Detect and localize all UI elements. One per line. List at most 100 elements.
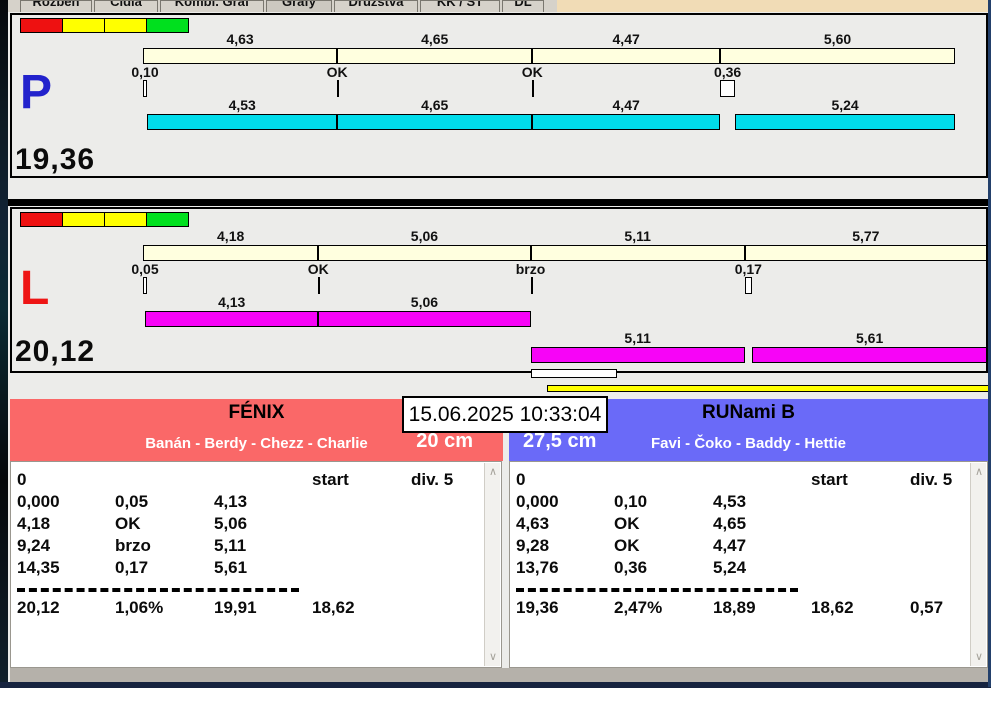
total-bar-segment [337,48,533,64]
changeover-box-marker [720,80,736,97]
changeover-label: OK [521,64,543,80]
table-cell: 14,35 [17,558,60,577]
leg-time-label: 5,60 [823,31,852,47]
app-window: Rozbeh Čidla Kombi. Graf Grafy Družstva KK / … [0,0,995,716]
tab-kk-st[interactable]: KK / ST [420,0,500,12]
table-total-cell: 18,62 [312,598,355,617]
dog-time-label: 5,24 [831,97,859,113]
start-light-4 [146,18,189,33]
table-cell: 0,17 [115,558,149,577]
leg-time-label: 5,77 [852,228,880,244]
dog-time-label: 5,61 [855,330,884,346]
scroll-up-icon[interactable]: ∧ [485,466,501,478]
table-cell: 0,36 [614,558,648,577]
tab-dru-stva[interactable]: Družstva [334,0,418,12]
table-total-cell: 19,36 [516,598,559,617]
total-bar-segment [720,48,955,64]
lane-panel-right: P 19,36 4,63 4,65 4,47 5,60 0,10 OK OK 0,36 4,53… [10,13,988,178]
tab-label: DL [514,0,532,9]
start-light-3 [104,18,147,33]
table-total-cell: 18,62 [811,598,854,617]
lane-letter-p: P [20,66,53,119]
changeover-tick-marker [532,80,535,97]
start-light-4 [146,212,189,227]
total-bar-segment [532,48,721,64]
overflow-marker-box [531,369,617,378]
table-cell: 5,06 [214,514,248,533]
lane-total-l: 20,12 [15,335,96,368]
changeover-box-marker [143,277,147,294]
table-cell: 9,28 [516,536,550,555]
table-cell: 0,10 [614,492,648,511]
scroll-down-icon[interactable]: ∨ [485,651,501,663]
dog-time-label: 4,53 [228,97,256,113]
table-header-cell: 0 [516,470,526,489]
table-cell: OK [115,514,141,533]
changeover-box-marker [143,80,147,97]
table-header-cell: div. 5 [910,470,953,489]
run-table-fenix: 0 start div. 5 0,000 0,05 4,13 4,18 OK 5,06 9,24 b… [10,461,502,668]
dog-bar-segment [318,311,531,327]
window-right-border [988,0,991,687]
tab-kombi-graf[interactable]: Kombi. Graf [160,0,264,12]
changeover-tick-marker [318,277,321,294]
dog-bar-segment [532,114,721,130]
lane-total-p: 19,36 [15,143,96,176]
table-cell: 4,53 [713,492,747,511]
changeover-label: 0,17 [734,261,762,277]
table-separator [17,588,299,592]
bottom-gray-strip [10,668,988,682]
dog-time-label: 5,11 [624,330,651,346]
dog-bar-segment [337,114,533,130]
tab-label: KK / ST [436,0,484,9]
table-separator [516,588,798,592]
dog-bar-segment [751,347,988,363]
total-bar-segment [318,245,531,261]
jump-height-badge: 27,5 cm [523,430,597,452]
table-cell: 13,76 [516,558,559,577]
table-cell: brzo [115,536,151,555]
table-header-cell: 0 [17,470,27,489]
table-cell: 0,05 [115,492,149,511]
table-total-cell: 0,57 [910,598,944,617]
table-cell: 9,24 [17,536,51,555]
leg-time-label: 4,63 [226,31,254,47]
table-header-cell: div. 5 [411,470,454,489]
datetime-display: 15.06.2025 10:33:04 [402,396,608,433]
leg-time-label: 5,11 [624,228,651,244]
changeover-box-marker [744,277,752,294]
start-light-1 [20,18,63,33]
total-bar-segment [744,245,987,261]
start-light-2 [62,212,105,227]
total-bar-segment [143,245,319,261]
dog-time-label: 4,65 [421,97,449,113]
tab-bar: Rozbeh Čidla Kombi. Graf Grafy Družstva KK / … [8,0,991,12]
dog-time-label: 4,13 [218,294,246,310]
table-cell: 4,63 [516,514,550,533]
tab-label: Kombi. Graf [174,0,250,9]
changeover-label: OK [307,261,329,277]
dog-bar-segment [147,114,338,130]
changeover-label: OK [326,64,348,80]
scroll-down-icon[interactable]: ∨ [971,651,987,663]
screen-edge-left [0,0,8,687]
table-total-cell: 19,91 [214,598,257,617]
tab-label: Grafy [282,0,316,9]
tab-dl[interactable]: DL [502,0,544,12]
vertical-scrollbar[interactable]: ∧ ∨ [484,463,500,666]
vertical-scrollbar[interactable]: ∧ ∨ [970,463,986,666]
tab--idla[interactable]: Čidla [94,0,158,12]
start-light-1 [20,212,63,227]
table-cell: 0,000 [516,492,559,511]
tab-rozbeh[interactable]: Rozbeh [20,0,92,12]
overflow-progress-bar [547,385,990,392]
tab-label: Čidla [110,0,142,9]
tab-grafy[interactable]: Grafy [266,0,332,12]
table-total-cell: 1,06% [115,598,164,617]
table-cell: OK [614,514,640,533]
changeover-label: 0,05 [131,261,159,277]
lane-panel-left: L 20,12 4,18 5,06 5,11 5,77 0,05 OK brzo 0,17 4,… [10,207,988,373]
leg-time-label: 5,06 [410,228,439,244]
scroll-up-icon[interactable]: ∧ [971,466,987,478]
changeover-label: brzo [515,261,546,277]
